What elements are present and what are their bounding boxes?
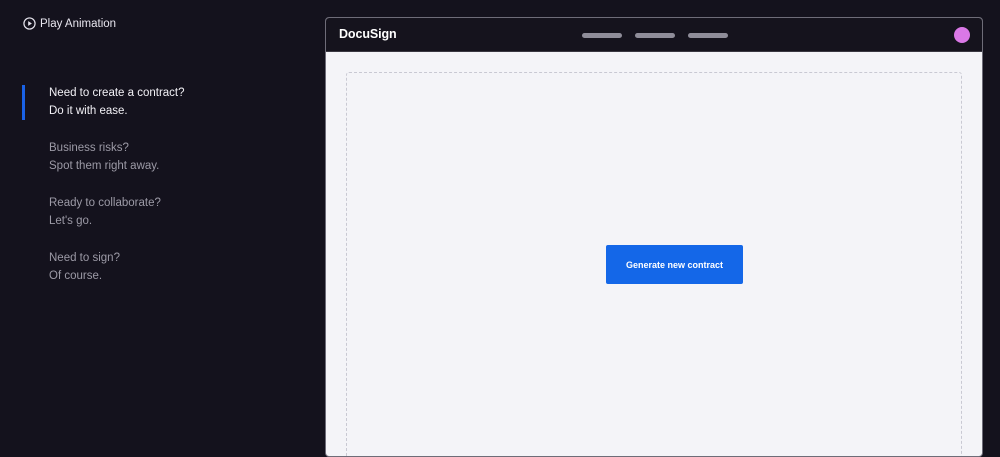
step-indicator bbox=[22, 250, 25, 285]
step-title: Business risks? bbox=[49, 142, 129, 154]
nav-placeholder-item bbox=[582, 33, 622, 38]
step-collaborate[interactable]: Ready to collaborate? Let's go. bbox=[22, 194, 292, 230]
step-title: Need to create a contract? bbox=[49, 87, 185, 99]
step-create-contract[interactable]: Need to create a contract? Do it with ea… bbox=[22, 84, 292, 120]
docusign-logo: DocuSign bbox=[339, 27, 397, 41]
user-avatar[interactable] bbox=[954, 27, 970, 43]
app-header: DocuSign bbox=[326, 18, 982, 52]
play-animation-button[interactable]: Play Animation bbox=[23, 17, 116, 30]
active-step-indicator bbox=[22, 85, 25, 120]
step-title: Need to sign? bbox=[49, 252, 120, 264]
step-subtitle: Spot them right away. bbox=[49, 160, 160, 172]
nav-placeholder-item bbox=[688, 33, 728, 38]
feature-steps-list: Need to create a contract? Do it with ea… bbox=[22, 84, 292, 304]
step-business-risks[interactable]: Business risks? Spot them right away. bbox=[22, 139, 292, 175]
generate-new-contract-button[interactable]: Generate new contract bbox=[606, 245, 743, 284]
nav-placeholder-group bbox=[582, 33, 728, 38]
document-canvas: Generate new contract bbox=[346, 72, 962, 456]
step-indicator bbox=[22, 140, 25, 175]
step-subtitle: Of course. bbox=[49, 270, 103, 282]
play-circle-icon bbox=[23, 17, 36, 30]
step-subtitle: Let's go. bbox=[49, 215, 93, 227]
step-sign[interactable]: Need to sign? Of course. bbox=[22, 249, 292, 285]
play-animation-label: Play Animation bbox=[40, 17, 117, 30]
step-title: Ready to collaborate? bbox=[49, 197, 161, 209]
step-subtitle: Do it with ease. bbox=[49, 105, 128, 117]
nav-placeholder-item bbox=[635, 33, 675, 38]
step-indicator bbox=[22, 195, 25, 230]
app-window-mockup: DocuSign Generate new contract bbox=[325, 17, 983, 457]
